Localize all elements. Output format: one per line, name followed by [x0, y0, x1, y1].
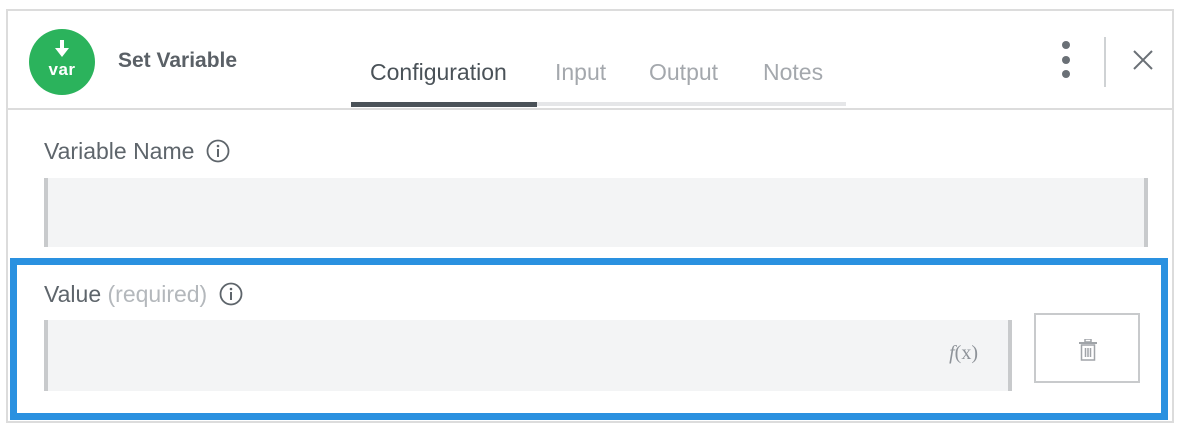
- more-vertical-icon-dot: [1062, 56, 1070, 64]
- function-icon[interactable]: f(x): [949, 342, 978, 365]
- trash-icon: [1079, 339, 1097, 361]
- variable-name-input[interactable]: [48, 178, 1144, 247]
- tab-configuration[interactable]: Configuration: [370, 59, 507, 108]
- value-label: Value (required): [44, 281, 243, 308]
- more-options-button[interactable]: [1058, 41, 1074, 81]
- close-icon: [1133, 50, 1153, 70]
- panel-header: var Set Variable Configuration Input Out…: [8, 11, 1172, 110]
- app-icon-text: var: [48, 60, 76, 79]
- panel-title: Set Variable: [118, 49, 238, 72]
- info-icon[interactable]: [219, 282, 243, 306]
- info-icon[interactable]: [206, 139, 230, 163]
- tab-input[interactable]: Input: [555, 59, 606, 108]
- variable-name-label-text: Variable Name: [44, 138, 195, 164]
- set-variable-app-icon: var: [29, 29, 95, 95]
- tab-output[interactable]: Output: [649, 59, 718, 108]
- close-button[interactable]: [1130, 47, 1156, 73]
- header-divider: [1104, 37, 1106, 87]
- required-hint: (required): [107, 281, 208, 307]
- function-icon-x: (x): [954, 342, 978, 364]
- tab-notes[interactable]: Notes: [763, 59, 823, 108]
- variable-name-label: Variable Name: [44, 138, 230, 165]
- value-label-text: Value: [44, 281, 102, 307]
- more-vertical-icon: [1062, 41, 1070, 49]
- download-arrow-icon: [55, 40, 69, 57]
- value-field[interactable]: f(x): [44, 320, 1012, 391]
- value-input[interactable]: [48, 320, 1008, 391]
- delete-value-button[interactable]: [1034, 313, 1140, 383]
- variable-name-field[interactable]: [44, 178, 1148, 247]
- more-vertical-icon-dot: [1062, 70, 1070, 78]
